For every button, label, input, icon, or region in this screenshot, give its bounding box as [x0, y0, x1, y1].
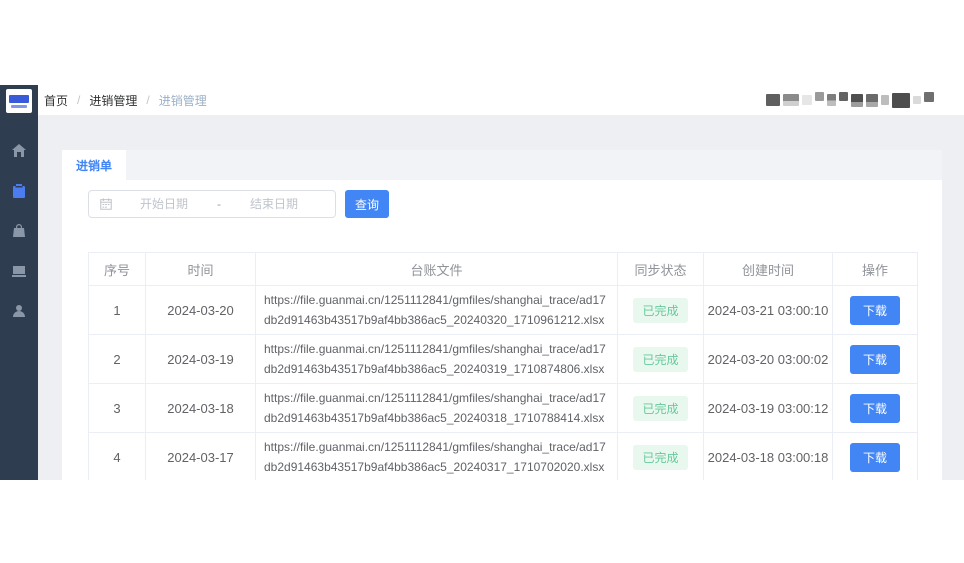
monitor-icon: [11, 263, 27, 279]
user-info-redacted: [766, 92, 934, 108]
content-area: 进销单 - 查询: [38, 115, 964, 480]
cell-date: 2024-03-17: [146, 433, 256, 481]
ledger-table: 序号 时间 台账文件 同步状态 创建时间 操作 1 2024-0: [88, 252, 918, 480]
breadcrumb: 首页 / 进销管理 / 进销管理: [44, 92, 207, 109]
cell-date: 2024-03-20: [146, 286, 256, 335]
filter-row: - 查询: [88, 190, 917, 218]
sidebar-nav: [0, 117, 38, 331]
tab-bar: 进销单: [62, 150, 942, 180]
cell-date: 2024-03-18: [146, 384, 256, 433]
date-range-picker[interactable]: -: [88, 190, 336, 218]
app-logo[interactable]: [0, 85, 38, 117]
cell-index: 1: [89, 286, 146, 335]
card-body: - 查询 序号 时间: [62, 180, 942, 480]
status-badge: 已完成: [633, 445, 687, 470]
sidebar-item-ledger[interactable]: [0, 171, 38, 211]
breadcrumb-home[interactable]: 首页: [44, 92, 68, 109]
sidebar-item-home[interactable]: [0, 131, 38, 171]
download-button[interactable]: 下载: [850, 296, 900, 325]
bag-icon: [11, 223, 27, 239]
cell-file-url: https://file.guanmai.cn/1251112841/gmfil…: [256, 433, 618, 481]
table-row: 1 2024-03-20 https://file.guanmai.cn/125…: [89, 286, 918, 335]
cell-date: 2024-03-19: [146, 335, 256, 384]
sidebar: [0, 85, 38, 480]
breadcrumb-separator: /: [77, 93, 80, 107]
download-button[interactable]: 下载: [850, 394, 900, 423]
header-file: 台账文件: [256, 253, 618, 286]
status-badge: 已完成: [633, 396, 687, 421]
breadcrumb-purchase-sales[interactable]: 进销管理: [89, 92, 137, 109]
sidebar-item-users[interactable]: [0, 291, 38, 331]
header-created-time: 创建时间: [704, 253, 833, 286]
table-row: 4 2024-03-17 https://file.guanmai.cn/125…: [89, 433, 918, 481]
cell-file-url: https://file.guanmai.cn/1251112841/gmfil…: [256, 286, 618, 335]
cell-created-time: 2024-03-21 03:00:10: [704, 286, 833, 335]
cell-created-time: 2024-03-20 03:00:02: [704, 335, 833, 384]
table-row: 3 2024-03-18 https://file.guanmai.cn/125…: [89, 384, 918, 433]
start-date-input[interactable]: [113, 197, 215, 211]
cell-index: 4: [89, 433, 146, 481]
user-icon: [11, 303, 27, 319]
header-operation: 操作: [833, 253, 918, 286]
clipboard-icon: [11, 183, 27, 199]
cell-created-time: 2024-03-19 03:00:12: [704, 384, 833, 433]
cell-file-url: https://file.guanmai.cn/1251112841/gmfil…: [256, 384, 618, 433]
breadcrumb-separator: /: [146, 93, 149, 107]
status-badge: 已完成: [633, 298, 687, 323]
header-index: 序号: [89, 253, 146, 286]
ledger-card: 进销单 - 查询: [62, 150, 942, 480]
cell-file-url: https://file.guanmai.cn/1251112841/gmfil…: [256, 335, 618, 384]
cell-created-time: 2024-03-18 03:00:18: [704, 433, 833, 481]
download-button[interactable]: 下载: [850, 443, 900, 472]
table-row: 2 2024-03-19 https://file.guanmai.cn/125…: [89, 335, 918, 384]
end-date-input[interactable]: [223, 197, 325, 211]
sidebar-item-devices[interactable]: [0, 251, 38, 291]
table-header-row: 序号 时间 台账文件 同步状态 创建时间 操作: [89, 253, 918, 286]
cell-index: 3: [89, 384, 146, 433]
logo-icon: [6, 89, 32, 113]
search-button[interactable]: 查询: [345, 190, 389, 218]
tab-purchase-sales-list[interactable]: 进销单: [62, 150, 126, 180]
header-sync-status: 同步状态: [618, 253, 704, 286]
main-area: 首页 / 进销管理 / 进销管理: [38, 85, 964, 480]
home-icon: [11, 143, 27, 159]
sidebar-item-store[interactable]: [0, 211, 38, 251]
top-bar: 首页 / 进销管理 / 进销管理: [38, 85, 964, 115]
app-window: 首页 / 进销管理 / 进销管理: [0, 85, 964, 480]
cell-index: 2: [89, 335, 146, 384]
header-date: 时间: [146, 253, 256, 286]
breadcrumb-current: 进销管理: [159, 92, 207, 109]
status-badge: 已完成: [633, 347, 687, 372]
calendar-icon: [99, 197, 113, 211]
download-button[interactable]: 下载: [850, 345, 900, 374]
date-range-separator: -: [215, 197, 223, 211]
